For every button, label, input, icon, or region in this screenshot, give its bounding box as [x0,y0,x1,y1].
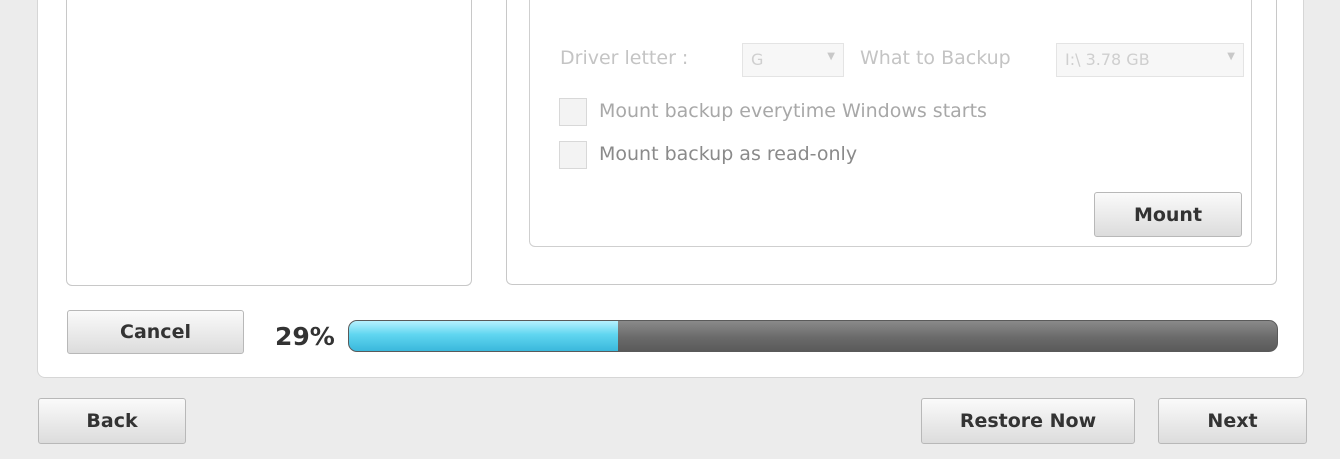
mount-button[interactable]: Mount [1094,192,1242,237]
cancel-button[interactable]: Cancel [67,310,244,354]
back-button[interactable]: Back [38,398,186,444]
drive-letter-select[interactable]: G ▼ [742,43,844,77]
next-button[interactable]: Next [1158,398,1307,444]
backup-list-panel [66,0,472,286]
mount-read-only-checkbox[interactable] [559,141,587,169]
progress-fill [349,321,619,351]
mount-on-start-checkbox[interactable] [559,98,587,126]
drive-letter-value: G [751,50,764,69]
mount-on-start-label: Mount backup everytime Windows starts [599,100,987,122]
progress-percent: 29% [275,322,335,351]
drive-letter-label: Driver letter : [560,47,689,69]
what-to-backup-label: What to Backup [860,47,1011,69]
chevron-down-icon: ▼ [827,51,835,62]
mount-read-only-label: Mount backup as read-only [599,143,858,165]
restore-now-button[interactable]: Restore Now [921,398,1135,444]
what-to-backup-value: I:\ 3.78 GB [1065,50,1150,69]
chevron-down-icon: ▼ [1227,51,1235,62]
what-to-backup-select[interactable]: I:\ 3.78 GB ▼ [1056,43,1244,77]
progress-bar [348,320,1278,352]
